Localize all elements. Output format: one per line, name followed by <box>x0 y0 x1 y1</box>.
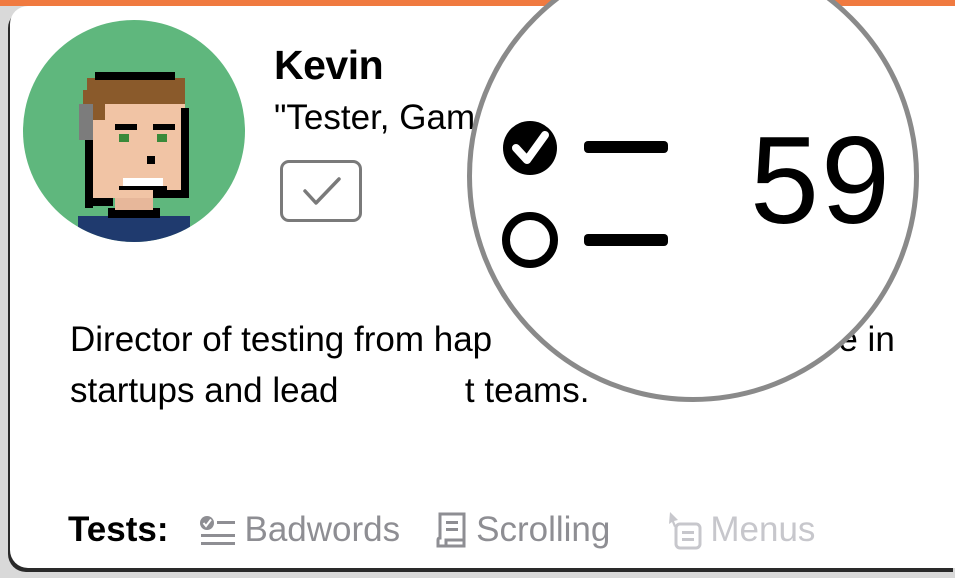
profile-name: Kevin <box>274 42 384 88</box>
tests-label: Tests: <box>68 510 169 549</box>
checklist-icon <box>199 516 235 545</box>
test-item-scrolling[interactable]: Scrolling <box>434 510 610 550</box>
checkmark-icon <box>303 177 341 205</box>
avatar <box>23 20 245 242</box>
magnified-count: 59 <box>750 112 892 250</box>
tests-row: Tests: Badwords Scrolling Menus <box>68 508 849 552</box>
test-item-menus[interactable]: Menus <box>666 510 815 550</box>
test-item-badwords[interactable]: Badwords <box>199 510 401 550</box>
test-item-label: Menus <box>710 510 816 549</box>
scroll-icon <box>436 512 466 548</box>
pixel-avatar-icon <box>78 72 190 242</box>
test-item-label: Scrolling <box>476 510 611 549</box>
test-item-label: Badwords <box>244 510 401 549</box>
checkbox[interactable] <box>280 160 362 222</box>
menu-pointer-icon <box>669 512 702 550</box>
magnifier-loupe: 59 <box>467 0 919 402</box>
profile-role: "Tester, Gam <box>274 98 476 137</box>
